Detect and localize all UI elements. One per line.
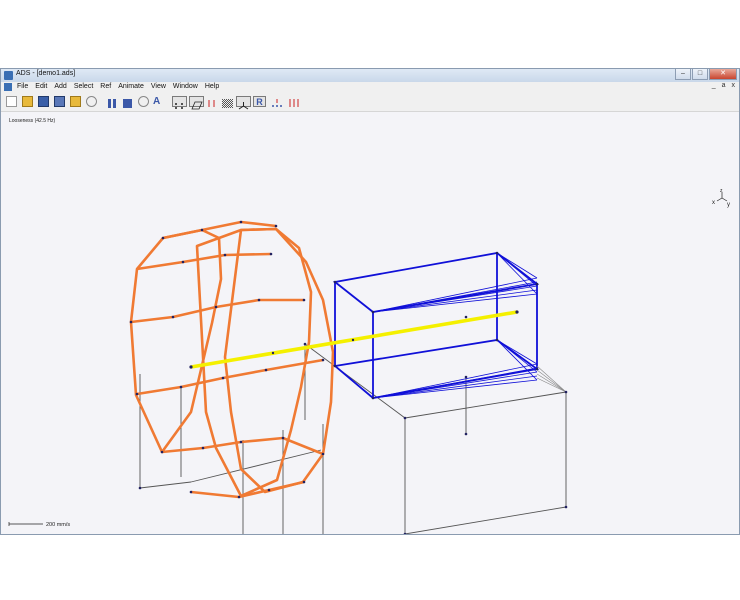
3d-viewport[interactable]: Looseness (42.5 Hz) z x y 200 mm/s: [1, 112, 739, 534]
save-icon[interactable]: [38, 96, 49, 107]
menu-edit[interactable]: Edit: [35, 83, 47, 90]
annotate-button[interactable]: A: [153, 96, 164, 107]
new-file-icon[interactable]: [6, 96, 17, 107]
toolbar: A R: [1, 93, 739, 112]
menu-select[interactable]: Select: [74, 83, 93, 90]
red-arrows-icon[interactable]: [287, 96, 300, 107]
pause-icon[interactable]: [107, 96, 118, 108]
mesh-icon[interactable]: [221, 96, 234, 108]
app-window: ADS - [demo1.ads] – □ ✕ File Edit Add Se…: [0, 68, 740, 535]
menu-window[interactable]: Window: [173, 83, 198, 90]
model-canvas[interactable]: z x y 200 mm/s: [1, 112, 739, 534]
support-fan-lines: [536, 365, 567, 393]
dots-arrows-icon[interactable]: [271, 96, 284, 107]
maximize-button[interactable]: □: [692, 69, 708, 80]
wireframe-icon[interactable]: [189, 96, 204, 110]
axes-view-icon[interactable]: [236, 96, 251, 110]
box-taper-lines: [372, 252, 538, 399]
title-bar[interactable]: ADS - [demo1.ads] – □ ✕: [1, 69, 739, 82]
menu-animate[interactable]: Animate: [118, 83, 144, 90]
scale-label: 200 mm/s: [46, 522, 70, 528]
animate-settings-icon[interactable]: [138, 96, 149, 107]
menu-add[interactable]: Add: [54, 83, 66, 90]
mdi-close-button[interactable]: x: [732, 82, 736, 89]
select-nodes-icon[interactable]: [172, 96, 187, 109]
menu-items: File Edit Add Select Ref Animate View Wi…: [17, 83, 219, 90]
mdi-minimize-button[interactable]: _: [712, 82, 716, 89]
axis-x-label: x: [712, 200, 715, 206]
import-icon[interactable]: [70, 96, 81, 107]
axis-y-label: y: [727, 202, 730, 208]
arrows-icon[interactable]: [206, 96, 217, 107]
window-controls: – □ ✕: [675, 69, 737, 81]
open-folder-icon[interactable]: [22, 96, 33, 107]
app-icon: [4, 71, 13, 80]
close-button[interactable]: ✕: [709, 69, 737, 80]
menu-bar: File Edit Add Select Ref Animate View Wi…: [1, 82, 739, 93]
axis-z-label: z: [720, 188, 723, 194]
settings-icon[interactable]: [86, 96, 97, 107]
window-title: ADS - [demo1.ads]: [16, 70, 76, 77]
document-icon[interactable]: [4, 83, 12, 91]
reference-button[interactable]: R: [253, 96, 266, 107]
menu-help[interactable]: Help: [205, 83, 219, 90]
minimize-button[interactable]: –: [675, 69, 691, 80]
save-as-icon[interactable]: [54, 96, 65, 107]
menu-ref[interactable]: Ref: [100, 83, 111, 90]
mdi-controls: _ a x: [712, 82, 735, 89]
stop-icon[interactable]: [122, 96, 133, 108]
mdi-restore-button[interactable]: a: [722, 82, 726, 89]
menu-view[interactable]: View: [151, 83, 166, 90]
menu-file[interactable]: File: [17, 83, 28, 90]
